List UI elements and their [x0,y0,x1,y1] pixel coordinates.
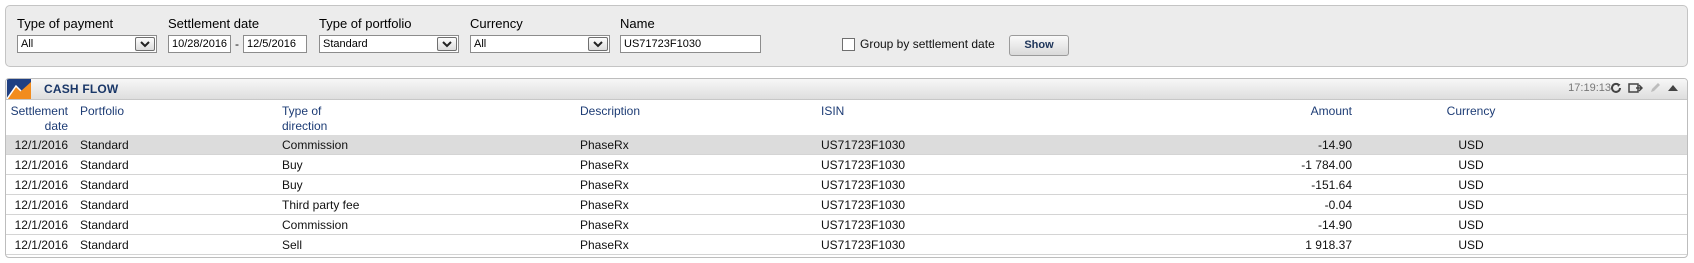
cell-direction: Commission [282,218,349,232]
settlement-date-to-input[interactable]: 12/5/2016 [243,35,307,53]
cell-description: PhaseRx [580,178,629,192]
cell-direction: Third party fee [282,198,360,212]
cell-date: 12/1/2016 [14,138,68,152]
table-header: Settlement date Portfolio Type of direct… [6,100,1687,135]
settlement-date-label: Settlement date [168,16,260,31]
currency-value: All [474,38,487,50]
header-line: direction [282,119,328,133]
panel-toolbar [1610,82,1679,94]
cash-flow-panel: CASH FLOW 17:19:13 Settlement date Portf… [5,78,1688,258]
panel-title: CASH FLOW [44,82,119,96]
collapse-icon[interactable] [1667,83,1679,93]
cell-date: 12/1/2016 [14,218,68,232]
cell-description: PhaseRx [580,238,629,252]
table-row[interactable]: 12/1/2016 Standard Third party fee Phase… [6,195,1687,215]
payment-type-label: Type of payment [17,16,114,31]
currency-filter: Currency All [470,15,610,53]
panel-timestamp: 17:19:13 [1568,82,1611,94]
cell-currency: USD [1458,158,1484,172]
column-header-direction[interactable]: Type of direction [282,104,327,134]
payment-type-value: All [21,38,34,50]
header-line: date [44,119,68,133]
currency-label: Currency [470,16,523,31]
cell-isin: US71723F1030 [821,238,906,252]
portfolio-type-value: Standard [323,38,368,50]
cell-portfolio: Standard [80,218,129,232]
table-row[interactable]: 12/1/2016 Standard Commission PhaseRx US… [6,215,1687,235]
column-header-currency[interactable]: Currency [1430,104,1512,119]
group-by-settlement-label: Group by settlement date [860,37,995,51]
date-range-separator: - [235,37,239,51]
cell-amount: -14.90 [1317,218,1352,232]
portfolio-type-filter: Type of portfolio Standard [319,15,459,53]
table-row[interactable]: 12/1/2016 Standard Buy PhaseRx US71723F1… [6,175,1687,195]
edit-icon[interactable] [1649,82,1661,94]
header-line: Type of [282,104,322,118]
cell-isin: US71723F1030 [821,138,906,152]
cell-description: PhaseRx [580,198,629,212]
table-row[interactable]: 12/1/2016 Standard Commission PhaseRx US… [6,135,1687,155]
portfolio-type-label: Type of portfolio [319,16,412,31]
cell-portfolio: Standard [80,158,129,172]
chevron-down-icon[interactable] [437,37,457,51]
table-row[interactable]: 12/1/2016 Standard Sell PhaseRx US71723F… [6,235,1687,255]
cell-amount: -0.04 [1324,198,1352,212]
column-header-description[interactable]: Description [580,104,640,119]
cell-date: 12/1/2016 [14,178,68,192]
cell-amount: -151.64 [1311,178,1352,192]
cell-isin: US71723F1030 [821,158,906,172]
filter-panel: Type of payment All Settlement date 10/2… [5,5,1688,67]
name-input[interactable]: US71723F1030 [620,35,761,53]
cell-direction: Commission [282,138,349,152]
header-line: Settlement [10,104,68,118]
chevron-down-icon[interactable] [135,37,155,51]
cell-portfolio: Standard [80,138,129,152]
column-header-amount[interactable]: Amount [1252,104,1352,119]
cell-portfolio: Standard [80,238,129,252]
cell-amount: -14.90 [1317,138,1352,152]
cell-isin: US71723F1030 [821,198,906,212]
cell-date: 12/1/2016 [14,238,68,252]
cell-date: 12/1/2016 [14,158,68,172]
table-row[interactable]: 12/1/2016 Standard Buy PhaseRx US71723F1… [6,155,1687,175]
cell-portfolio: Standard [80,178,129,192]
group-by-settlement-checkbox[interactable] [842,37,855,51]
export-icon[interactable] [1628,82,1643,94]
currency-select[interactable]: All [470,35,610,53]
group-by-settlement-option: Group by settlement date [842,37,995,51]
cell-amount: 1 918.37 [1305,238,1352,252]
panel-header: CASH FLOW 17:19:13 [6,79,1687,100]
cell-currency: USD [1458,238,1484,252]
cell-description: PhaseRx [580,218,629,232]
cell-currency: USD [1458,198,1484,212]
show-button[interactable]: Show [1009,35,1069,56]
chevron-down-icon[interactable] [588,37,608,51]
cell-isin: US71723F1030 [821,218,906,232]
name-filter: Name US71723F1030 [620,15,761,53]
cell-direction: Sell [282,238,303,252]
name-label: Name [620,16,655,31]
payment-type-select[interactable]: All [17,35,157,53]
portfolio-type-select[interactable]: Standard [319,35,459,53]
column-header-settlement-date[interactable]: Settlement date [8,104,68,134]
refresh-icon[interactable] [1610,82,1622,94]
settlement-date-from-input[interactable]: 10/28/2016 [168,35,231,53]
cell-currency: USD [1458,178,1484,192]
cell-description: PhaseRx [580,138,629,152]
cell-description: PhaseRx [580,158,629,172]
payment-type-filter: Type of payment All [17,15,157,53]
cell-direction: Buy [282,178,303,192]
column-header-isin[interactable]: ISIN [821,104,844,119]
cell-currency: USD [1458,138,1484,152]
cell-amount: -1 784.00 [1301,158,1352,172]
settlement-date-filter: Settlement date 10/28/2016 - 12/5/2016 [168,15,307,53]
cell-portfolio: Standard [80,198,129,212]
cell-direction: Buy [282,158,303,172]
column-header-portfolio[interactable]: Portfolio [80,104,124,119]
table-body: 12/1/2016 Standard Commission PhaseRx US… [6,135,1687,255]
cell-currency: USD [1458,218,1484,232]
cell-isin: US71723F1030 [821,178,906,192]
brand-logo-icon [6,79,31,100]
cell-date: 12/1/2016 [14,198,68,212]
